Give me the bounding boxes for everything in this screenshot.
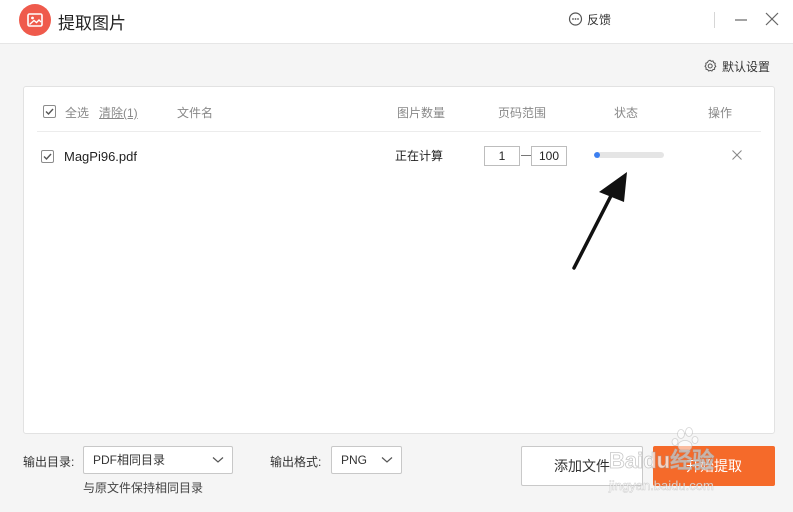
- row-checkbox[interactable]: [41, 150, 54, 163]
- select-all-checkbox[interactable]: [43, 105, 56, 118]
- titlebar-divider: [714, 12, 715, 28]
- output-dir-select[interactable]: PDF相同目录: [83, 446, 233, 474]
- close-icon[interactable]: [764, 10, 780, 28]
- chat-bubble-icon: [568, 11, 583, 26]
- chevron-down-icon: [381, 457, 393, 463]
- column-header-image-count: 图片数量: [397, 106, 446, 120]
- file-list-panel: 全选 清除(1) 文件名 图片数量 页码范围 状态 操作 MagPi96.pdf…: [23, 86, 775, 434]
- start-extract-button[interactable]: 开始提取: [653, 446, 775, 486]
- add-files-button[interactable]: 添加文件: [521, 446, 643, 486]
- page-range-dash: [521, 155, 531, 156]
- column-header-actions: 操作: [708, 106, 733, 120]
- output-format-select[interactable]: PNG: [331, 446, 402, 474]
- table-header: 全选 清除(1) 文件名 图片数量 页码范围 状态 操作: [24, 87, 774, 132]
- table-row: MagPi96.pdf 正在计算 1 100: [24, 133, 774, 177]
- chevron-down-icon: [212, 457, 224, 463]
- image-count-status: 正在计算: [395, 149, 444, 163]
- header-divider: [37, 131, 761, 132]
- minimize-icon[interactable]: [734, 10, 748, 28]
- output-dir-hint: 与原文件保持相同目录: [83, 481, 204, 495]
- app-logo-image-icon: [19, 4, 51, 36]
- default-settings-link[interactable]: 默认设置: [703, 57, 770, 75]
- output-dir-label: 输出目录:: [23, 455, 75, 469]
- annotation-arrow-icon: [572, 172, 627, 270]
- output-format-label: 输出格式:: [270, 455, 322, 469]
- feedback-label: 反馈: [587, 12, 612, 27]
- column-header-page-range: 页码范围: [498, 106, 547, 120]
- feedback-button[interactable]: 反馈: [568, 10, 611, 28]
- remove-row-close-icon[interactable]: [731, 149, 743, 161]
- page-from-input[interactable]: 1: [484, 146, 520, 166]
- column-header-filename: 文件名: [177, 106, 214, 120]
- gear-icon: [704, 59, 717, 72]
- output-format-value: PNG: [341, 453, 368, 467]
- progress-bar: [594, 152, 664, 158]
- app-title: 提取图片: [58, 14, 126, 33]
- select-all-label: 全选: [65, 106, 90, 120]
- default-settings-label: 默认设置: [722, 59, 771, 74]
- page-to-input[interactable]: 100: [531, 146, 567, 166]
- output-dir-value: PDF相同目录: [93, 453, 166, 467]
- column-header-status: 状态: [614, 106, 639, 120]
- progress-fill: [594, 152, 600, 158]
- title-bar: 提取图片 反馈: [0, 0, 793, 44]
- clear-link[interactable]: 清除(1): [99, 104, 138, 121]
- file-name: MagPi96.pdf: [64, 149, 137, 164]
